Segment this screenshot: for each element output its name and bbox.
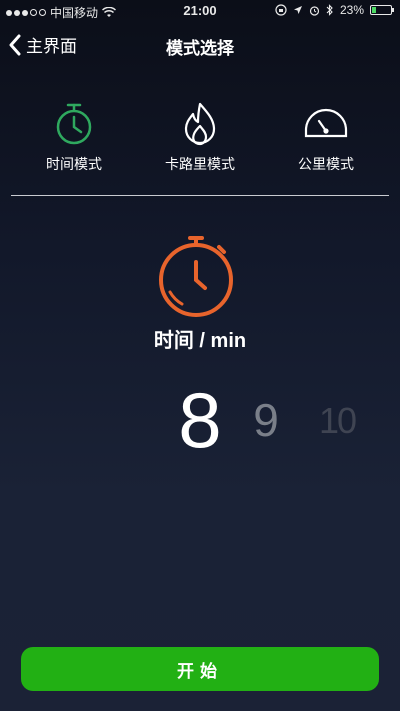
battery-level xyxy=(372,7,376,13)
tab-label: 时间模式 xyxy=(46,156,102,172)
chevron-left-icon xyxy=(9,34,21,55)
start-button[interactable]: 开始 xyxy=(21,647,379,691)
battery-icon xyxy=(370,5,394,15)
picker-selected-value[interactable]: 8 xyxy=(170,375,230,466)
tab-calorie-mode[interactable]: 卡路里模式 xyxy=(140,100,260,174)
divider xyxy=(11,195,389,196)
alarm-icon xyxy=(309,5,320,16)
nav-bar: 主界面 模式选择 xyxy=(0,24,400,68)
speedometer-icon xyxy=(304,108,348,138)
tab-label: 公里模式 xyxy=(298,156,354,172)
status-right: 23% xyxy=(275,3,394,17)
location-arrow-icon xyxy=(293,6,302,14)
back-button[interactable]: 主界面 xyxy=(8,32,77,57)
back-label: 主界面 xyxy=(26,37,77,56)
tab-label: 卡路里模式 xyxy=(165,156,235,172)
mode-tabs: 时间模式 卡路里模式 公里模式 xyxy=(0,100,400,180)
tab-distance-mode[interactable]: 公里模式 xyxy=(266,100,386,174)
current-mode: 时间 / min xyxy=(0,232,400,353)
status-bar: 中国移动 21:00 23% xyxy=(0,0,400,22)
stopwatch-icon xyxy=(56,103,92,145)
lock-rotation-icon xyxy=(275,4,287,16)
picker-next-value-2[interactable]: 10 xyxy=(316,400,358,442)
tab-time-mode[interactable]: 时间模式 xyxy=(14,100,134,174)
flame-icon xyxy=(184,102,216,146)
mode-unit-label: 时间 / min xyxy=(153,330,247,352)
picker-next-value[interactable]: 9 xyxy=(248,393,284,447)
stopwatch-icon xyxy=(159,236,233,317)
bluetooth-icon xyxy=(326,4,333,16)
value-picker[interactable]: 8 9 10 xyxy=(0,375,400,475)
battery-percent: 23% xyxy=(339,3,364,17)
